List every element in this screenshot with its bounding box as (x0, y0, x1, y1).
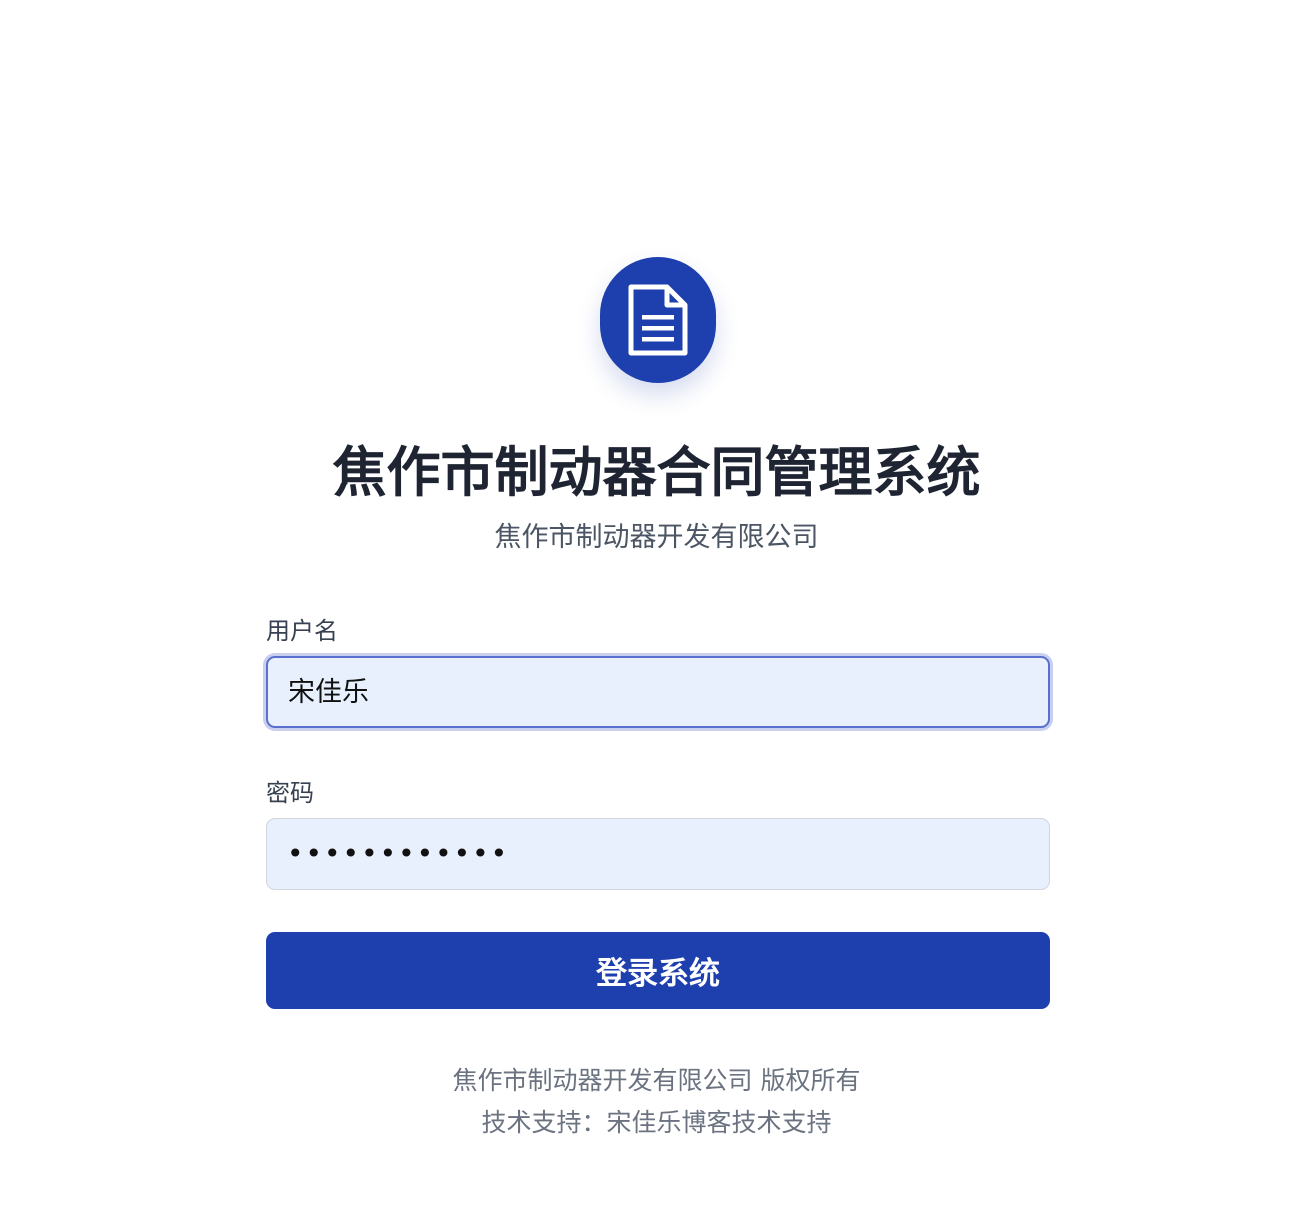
page-title: 焦作市制动器合同管理系统 (332, 441, 981, 504)
password-input[interactable]: •••••••••••• (266, 818, 1050, 890)
username-label: 用户名 (266, 617, 338, 645)
footer: 焦作市制动器开发有限公司 版权所有 技术支持：宋佳乐博客技术支持 (0, 1060, 1313, 1144)
login-page: 焦作市制动器合同管理系统 焦作市制动器开发有限公司 用户名 宋佳乐 密码 •••… (0, 0, 1313, 1230)
username-input[interactable]: 宋佳乐 (266, 656, 1050, 728)
password-label: 密码 (266, 779, 314, 807)
password-value: •••••••••••• (287, 837, 510, 870)
login-form: 用户名 宋佳乐 密码 •••••••••••• 登录系统 (266, 614, 1050, 1009)
username-value: 宋佳乐 (288, 676, 369, 708)
login-button[interactable]: 登录系统 (266, 932, 1050, 1009)
company-subtitle: 焦作市制动器开发有限公司 (494, 522, 819, 553)
logo-badge (600, 257, 716, 383)
copyright-text: 焦作市制动器开发有限公司 版权所有 (452, 1066, 861, 1095)
field-spacer (266, 728, 1050, 776)
support-text: 技术支持：宋佳乐博客技术支持 (481, 1108, 832, 1137)
document-icon (628, 284, 688, 356)
